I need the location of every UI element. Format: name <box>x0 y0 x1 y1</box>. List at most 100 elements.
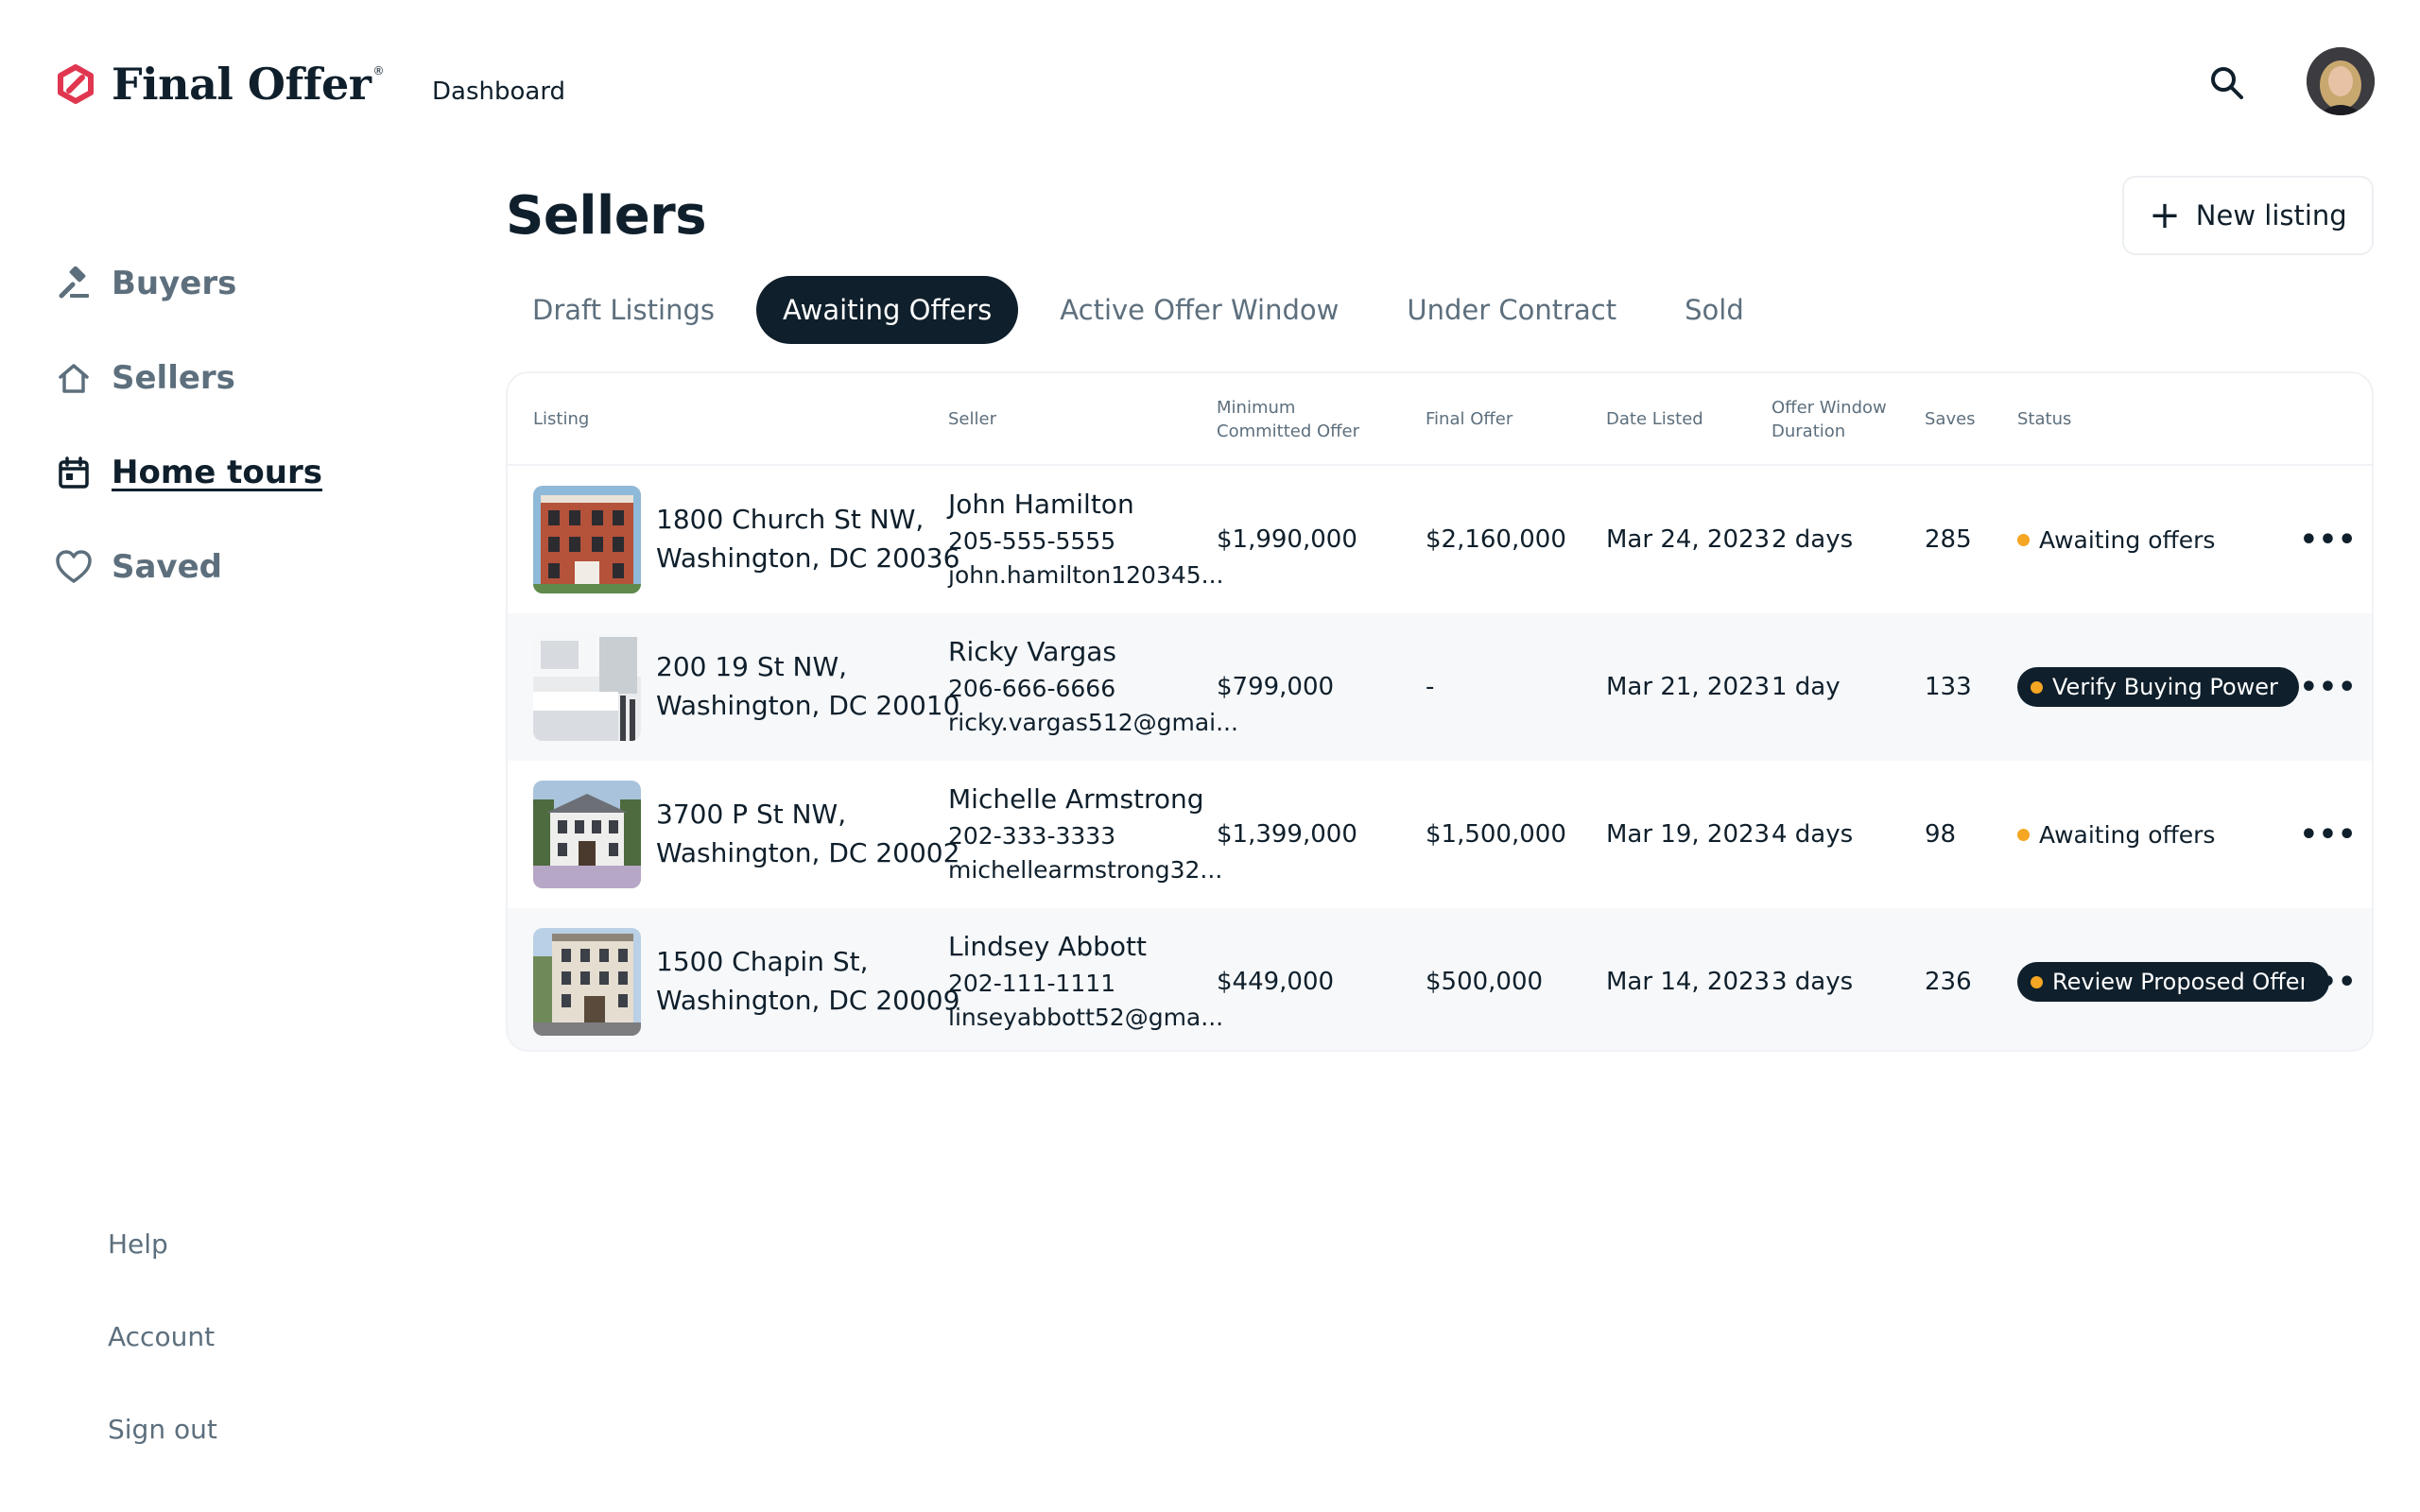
brand-registered-mark: ® <box>372 64 385 77</box>
ellipsis-icon: ••• <box>2299 817 2358 851</box>
listing-tabs: Draft Listings Awaiting Offers Active Of… <box>506 276 1786 344</box>
status-label: Verify Buying Power <box>2052 674 2278 700</box>
sidebar-item-label: Home tours <box>112 454 322 491</box>
seller-name: Ricky Vargas <box>948 636 1116 668</box>
address-line2: Washington, DC 20002 <box>656 837 960 868</box>
listing-address[interactable]: 3700 P St NW, Washington, DC 20002 <box>656 761 959 908</box>
date-listed: Mar 14, 2023 <box>1606 968 1771 996</box>
dashboard-link[interactable]: Dashboard <box>432 77 565 106</box>
date-listed: Mar 21, 2023 <box>1606 673 1771 701</box>
tab-sold[interactable]: Sold <box>1658 276 1771 344</box>
kitchen-photo-icon <box>533 633 641 741</box>
mansion-photo-icon <box>533 781 641 888</box>
col-final-offer[interactable]: Final Offer <box>1426 373 1512 466</box>
brand-name: Final Offer <box>112 59 372 110</box>
date-listed: Mar 24, 2023 <box>1606 525 1771 554</box>
sidebar-item-label: Saved <box>112 548 222 586</box>
tab-draft-listings[interactable]: Draft Listings <box>506 276 741 344</box>
seller-name: Michelle Armstrong <box>948 783 1204 816</box>
col-status[interactable]: Status <box>2017 373 2071 466</box>
status-action-button[interactable]: Review Proposed Offer <box>2017 962 2330 1002</box>
status-cell: Awaiting offers <box>2017 466 2215 613</box>
listing-photo[interactable] <box>533 781 641 888</box>
status-action-button[interactable]: Verify Buying Power <box>2017 667 2299 707</box>
user-avatar[interactable] <box>2307 47 2375 115</box>
listings-table: Listing Seller Minimum Committed Offer F… <box>506 371 2374 1052</box>
calendar-icon <box>55 454 93 491</box>
seller-email: michellearmstrong32... <box>948 856 1223 885</box>
address-line1: 3700 P St NW, <box>656 799 847 831</box>
address-line2: Washington, DC 20036 <box>656 542 960 574</box>
status-cell: Awaiting offers <box>2017 761 2215 908</box>
tab-under-contract[interactable]: Under Contract <box>1380 276 1643 344</box>
search-button[interactable] <box>2206 62 2248 104</box>
listing-photo[interactable] <box>533 633 641 741</box>
seller-info: Michelle Armstrong 202-333-3333 michelle… <box>948 761 1222 908</box>
min-offer: $1,399,000 <box>1217 820 1357 849</box>
final-offer: $1,500,000 <box>1426 820 1566 849</box>
saves-count: 98 <box>1925 820 1957 849</box>
new-listing-button[interactable]: + New listing <box>2122 176 2374 255</box>
col-min-offer-line2: Committed Offer <box>1217 421 1360 441</box>
listing-address[interactable]: 200 19 St NW, Washington, DC 20010 <box>656 613 959 761</box>
table-row[interactable]: 1500 Chapin St, Washington, DC 20009 Lin… <box>508 908 2372 1050</box>
more-actions-button[interactable]: ••• <box>2300 908 2357 1050</box>
seller-info: Ricky Vargas 206-666-6666 ricky.vargas51… <box>948 613 1238 761</box>
status-dot-icon <box>2031 975 2043 988</box>
listing-address[interactable]: 1500 Chapin St, Washington, DC 20009 <box>656 908 959 1050</box>
sidebar-item-buyers[interactable]: Buyers <box>55 236 322 331</box>
sidebar-item-home-tours[interactable]: Home tours <box>55 425 322 520</box>
seller-info: Lindsey Abbott 202-111-1111 linseyabbott… <box>948 908 1224 1050</box>
saves-count: 236 <box>1925 968 1972 996</box>
col-duration[interactable]: Offer Window Duration <box>1772 373 1887 466</box>
tab-active-offer-window[interactable]: Active Offer Window <box>1033 276 1365 344</box>
sidebar-item-saved[interactable]: Saved <box>55 520 322 614</box>
townhouse-photo-icon <box>533 928 641 1036</box>
offer-window-duration: 4 days <box>1772 820 1854 849</box>
listing-address[interactable]: 1800 Church St NW, Washington, DC 20036 <box>656 466 959 613</box>
house-icon <box>55 359 93 397</box>
brand-logo[interactable]: Final Offer ® <box>55 59 385 110</box>
logo-mark-icon <box>58 64 94 104</box>
seller-phone: 205-555-5555 <box>948 527 1116 556</box>
help-link[interactable]: Help <box>108 1228 217 1321</box>
more-actions-button[interactable]: ••• <box>2300 613 2357 761</box>
col-listing[interactable]: Listing <box>533 373 589 466</box>
seller-email: linseyabbott52@gma... <box>948 1004 1224 1032</box>
sidebar-item-sellers[interactable]: Sellers <box>55 331 322 425</box>
sidebar-nav: Buyers Sellers Home tours Saved <box>55 236 322 614</box>
more-actions-button[interactable]: ••• <box>2300 761 2357 908</box>
col-saves[interactable]: Saves <box>1925 373 1976 466</box>
gavel-icon <box>55 265 93 302</box>
page-title: Sellers <box>506 185 707 247</box>
seller-info: John Hamilton 205-555-5555 john.hamilton… <box>948 466 1224 613</box>
account-link[interactable]: Account <box>108 1321 217 1414</box>
listing-photo[interactable] <box>533 928 641 1036</box>
sign-out-link[interactable]: Sign out <box>108 1414 217 1506</box>
ellipsis-icon: ••• <box>2299 965 2358 999</box>
new-listing-label: New listing <box>2195 199 2347 232</box>
address-line1: 1800 Church St NW, <box>656 504 925 536</box>
offer-window-duration: 2 days <box>1772 525 1854 554</box>
table-row[interactable]: 3700 P St NW, Washington, DC 20002 Miche… <box>508 761 2372 908</box>
house-photo-icon <box>533 486 641 593</box>
table-row[interactable]: 1800 Church St NW, Washington, DC 20036 … <box>508 466 2372 613</box>
saves-count: 133 <box>1925 673 1972 701</box>
min-offer: $799,000 <box>1217 673 1335 701</box>
status-dot-icon <box>2017 828 2030 841</box>
tab-awaiting-offers[interactable]: Awaiting Offers <box>755 276 1019 344</box>
seller-name: Lindsey Abbott <box>948 931 1147 963</box>
table-row[interactable]: 200 19 St NW, Washington, DC 20010 Ricky… <box>508 613 2372 761</box>
col-min-offer[interactable]: Minimum Committed Offer <box>1217 373 1359 466</box>
col-date-listed[interactable]: Date Listed <box>1606 373 1703 466</box>
col-seller[interactable]: Seller <box>948 373 996 466</box>
status-badge: Awaiting offers <box>2017 526 2215 554</box>
min-offer: $1,990,000 <box>1217 525 1357 554</box>
seller-email: ricky.vargas512@gmai... <box>948 709 1238 737</box>
more-actions-button[interactable]: ••• <box>2300 466 2357 613</box>
listing-photo[interactable] <box>533 486 641 593</box>
final-offer: - <box>1426 673 1435 701</box>
offer-window-duration: 1 day <box>1772 673 1841 701</box>
sidebar-footer: Help Account Sign out <box>108 1228 217 1506</box>
address-line2: Washington, DC 20010 <box>656 690 960 721</box>
